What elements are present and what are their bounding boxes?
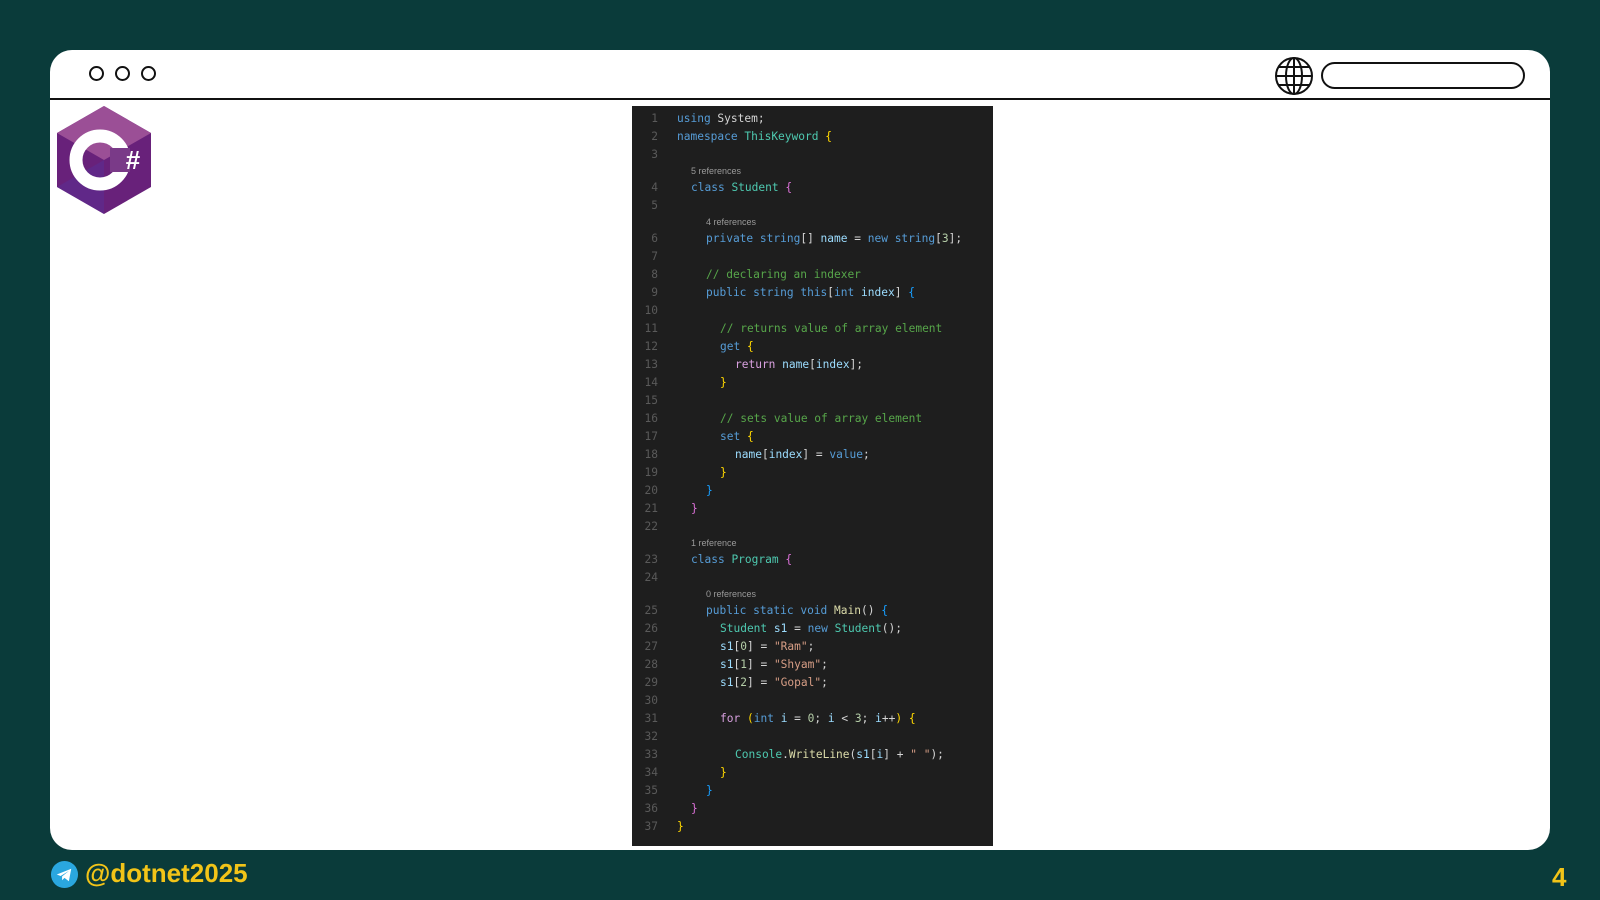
- code-line: 3: [651, 148, 658, 161]
- code-line: 14}: [644, 376, 727, 389]
- code-line: 17 set {: [644, 430, 754, 443]
- code-line: 15: [644, 394, 658, 407]
- globe-icon[interactable]: [1274, 56, 1314, 96]
- csharp-logo-icon: #: [57, 106, 151, 214]
- code-line: 36}: [644, 802, 698, 815]
- code-line: 34}: [644, 766, 727, 779]
- code-line: 30: [644, 694, 658, 707]
- code-line: 33 Console.WriteLine(s1[i] + " ");: [644, 748, 944, 761]
- code-line: 8// declaring an indexer: [651, 268, 861, 281]
- codelens-references[interactable]: 5 references: [691, 164, 741, 178]
- codelens-references[interactable]: 0 references: [706, 587, 756, 601]
- code-line: 27 s1[0] = "Ram";: [644, 640, 815, 653]
- code-line: 18 name[index] = value;: [644, 448, 870, 461]
- code-line: 31 for (int i = 0; i < 3; i++) {: [644, 712, 916, 725]
- code-line: 25 public static void Main() {: [644, 604, 888, 617]
- code-line: 22: [644, 520, 658, 533]
- code-line: 12 get {: [644, 340, 754, 353]
- code-line: 9 public string this[int index] {: [651, 286, 915, 299]
- codelens-references[interactable]: 4 references: [706, 215, 756, 229]
- code-line: 13 return name[index];: [644, 358, 864, 371]
- code-line: 4 class Student {: [651, 181, 793, 194]
- code-line: 23 class Program {: [644, 553, 793, 566]
- window-dot-icon[interactable]: [141, 66, 156, 81]
- code-line: 28 s1[1] = "Shyam";: [644, 658, 828, 671]
- code-line: 20}: [644, 484, 713, 497]
- channel-handle[interactable]: @dotnet2025: [85, 856, 248, 890]
- code-line: 19}: [644, 466, 727, 479]
- browser-window: # 1 using System; 2 namespace ThisKeyword …: [50, 50, 1550, 850]
- code-line: 24: [644, 571, 658, 584]
- address-bar[interactable]: [1321, 62, 1525, 89]
- code-line: 37}: [644, 820, 684, 833]
- code-line: 10: [644, 304, 658, 317]
- telegram-icon[interactable]: [50, 860, 79, 889]
- code-line: 21}: [644, 502, 698, 515]
- code-line: 11// returns value of array element: [644, 322, 943, 335]
- page-number: 4: [1552, 862, 1567, 892]
- code-line: 29 s1[2] = "Gopal";: [644, 676, 828, 689]
- code-editor: 1 using System; 2 namespace ThisKeyword { …: [632, 106, 993, 846]
- code-line: 5: [651, 199, 658, 212]
- code-line: 35}: [644, 784, 713, 797]
- window-dot-icon[interactable]: [115, 66, 130, 81]
- code-line: 7: [651, 250, 658, 263]
- window-dot-icon[interactable]: [89, 66, 104, 81]
- code-line: 16// sets value of array element: [644, 412, 923, 425]
- code-line: 1 using System;: [651, 112, 765, 125]
- code-line: 2 namespace ThisKeyword {: [651, 130, 832, 143]
- code-line: 32: [644, 730, 658, 743]
- browser-titlebar: [50, 50, 1550, 100]
- code-line: 6 private string[] name = new string[3];: [651, 232, 963, 245]
- codelens-references[interactable]: 1 reference: [691, 536, 737, 550]
- svg-text:#: #: [126, 145, 141, 175]
- code-line: 26 Student s1 = new Student();: [644, 622, 902, 635]
